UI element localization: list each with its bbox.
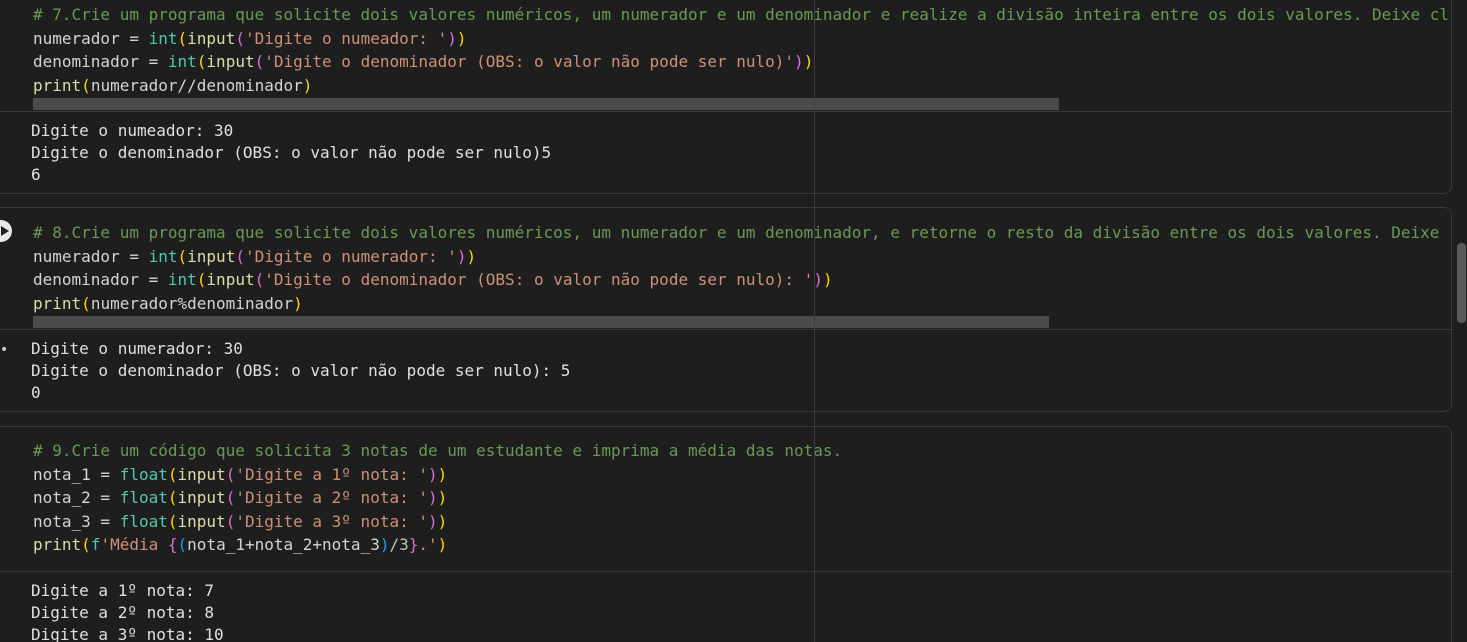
code-cell-9[interactable]: # 9.Crie um código que solicita 3 notas …	[0, 426, 1452, 642]
code-line-comment: # 7.Crie um programa que solicite dois v…	[33, 5, 1450, 24]
horizontal-scrollbar[interactable]	[33, 98, 1059, 110]
code-line: print(numerador%denominador)	[33, 293, 303, 313]
cell-output: Digite o numeador: 30 Digite o denominad…	[0, 112, 1451, 186]
ellipsis-icon[interactable]: •	[0, 343, 8, 357]
output-line: Digite a 3º nota: 10	[31, 625, 224, 642]
code-line: nota_3 = float(input('Digite a 3º nota: …	[33, 511, 448, 531]
code-editor[interactable]: # 7.Crie um programa que solicite dois v…	[0, 0, 1451, 112]
output-line: 6	[31, 165, 41, 184]
scrollbar-thumb[interactable]	[1457, 243, 1466, 323]
code-line: denominador = int(input('Digite o denomi…	[33, 270, 833, 289]
output-line: Digite o numeador: 30	[31, 121, 234, 140]
cell-output: Digite a 1º nota: 7 Digite a 2º nota: 8 …	[0, 572, 1451, 642]
output-line: Digite a 1º nota: 7	[31, 581, 215, 600]
play-icon	[1, 226, 9, 236]
code-line: print(numerador//denominador)	[33, 75, 313, 95]
code-line: numerador = int(input('Digite o numeador…	[33, 28, 467, 48]
output-line: 0	[31, 383, 41, 402]
horizontal-scrollbar[interactable]	[33, 316, 1049, 328]
code-editor[interactable]: # 9.Crie um código que solicita 3 notas …	[0, 427, 1451, 572]
column-ruler	[814, 0, 815, 642]
code-cell-7[interactable]: # 7.Crie um programa que solicite dois v…	[0, 0, 1452, 194]
vertical-scrollbar[interactable]	[1456, 0, 1467, 642]
output-line: Digite a 2º nota: 8	[31, 603, 215, 622]
code-line: numerador = int(input('Digite o numerado…	[33, 246, 477, 266]
code-editor[interactable]: # 8.Crie um programa que solicite dois v…	[0, 208, 1451, 330]
code-line: nota_1 = float(input('Digite a 1º nota: …	[33, 464, 448, 484]
code-line: denominador = int(input('Digite o denomi…	[33, 52, 814, 71]
notebook-page: # 7.Crie um programa que solicite dois v…	[0, 0, 1467, 642]
output-line: Digite o denominador (OBS: o valor não p…	[31, 143, 552, 162]
cell-output: Digite o numerador: 30 Digite o denomina…	[0, 330, 1451, 404]
output-line: Digite o numerador: 30	[31, 339, 243, 358]
code-line: print(f'Média {(nota_1+nota_2+nota_3)/3}…	[33, 535, 448, 554]
code-line-comment: # 9.Crie um código que solicita 3 notas …	[33, 441, 843, 460]
output-line: Digite o denominador (OBS: o valor não p…	[31, 361, 571, 380]
code-cell-8[interactable]: # 8.Crie um programa que solicite dois v…	[0, 207, 1452, 412]
code-line-comment: # 8.Crie um programa que solicite dois v…	[33, 223, 1440, 242]
code-line: nota_2 = float(input('Digite a 2º nota: …	[33, 488, 448, 507]
